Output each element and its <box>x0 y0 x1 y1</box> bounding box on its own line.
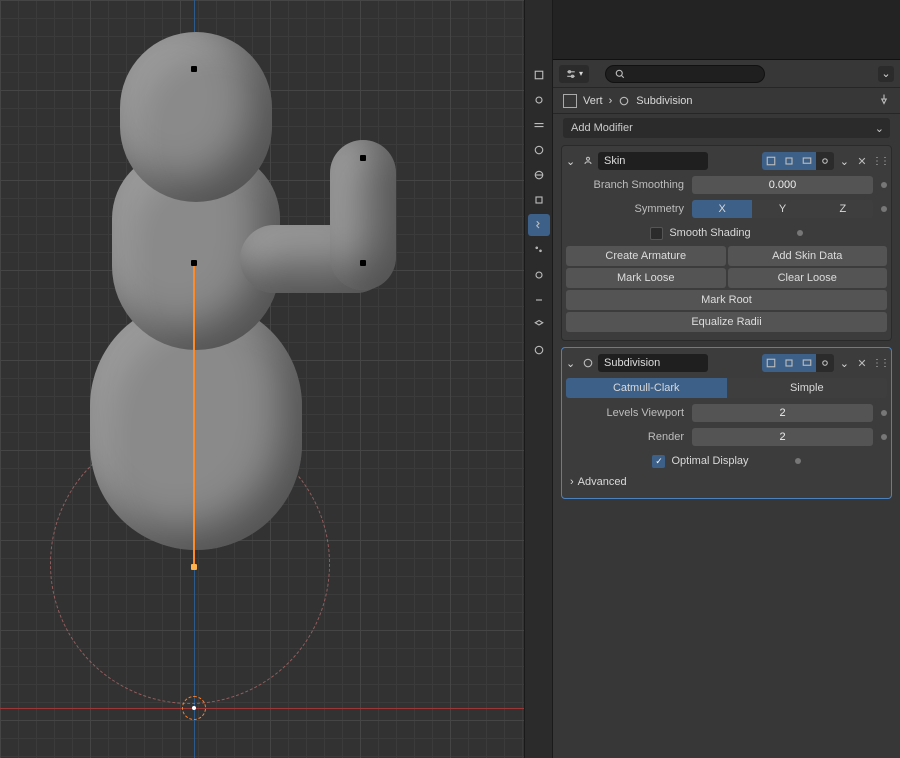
mark-root-button[interactable]: Mark Root <box>566 290 887 310</box>
modifier-panel-skin: ⌄ Skin ⌄ ✕ Branch Smoothing 0.000 <box>561 145 892 341</box>
edit-mode-toggle[interactable] <box>780 354 798 372</box>
delete-modifier-button[interactable]: ✕ <box>855 152 869 170</box>
subsurf-modifier-icon <box>582 357 594 369</box>
collapse-toggle[interactable]: ⌄ <box>566 357 578 370</box>
mesh-silhouette <box>330 140 396 290</box>
anim-dot[interactable] <box>881 434 887 440</box>
axis-x <box>0 708 524 709</box>
optimal-display-checkbox[interactable]: ✓ <box>652 455 665 468</box>
modifier-panel-subdivision: ⌄ Subdivision ⌄ ✕ Catmull-Clark Simple <box>561 347 892 499</box>
anim-dot[interactable] <box>881 410 887 416</box>
modifier-name-field[interactable]: Subdivision <box>598 354 708 372</box>
levels-render-field[interactable]: 2 <box>692 428 873 446</box>
chevron-right-icon: › <box>609 95 613 107</box>
realtime-toggle[interactable] <box>798 354 816 372</box>
skin-modifier-icon <box>582 155 594 167</box>
create-armature-button[interactable]: Create Armature <box>566 246 726 266</box>
visibility-toggles <box>762 354 834 372</box>
properties-tab-column <box>524 0 552 758</box>
breadcrumb: Vert › Subdivision <box>553 88 900 114</box>
on-cage-toggle[interactable] <box>762 152 780 170</box>
tab-particles[interactable] <box>528 239 550 261</box>
breadcrumb-object[interactable]: Vert <box>583 95 603 107</box>
vertex-selected[interactable] <box>191 564 197 570</box>
viewport-3d[interactable] <box>0 0 524 758</box>
levels-render-label: Render <box>566 431 692 443</box>
anim-dot[interactable] <box>881 206 887 212</box>
add-modifier-dropdown[interactable]: Add Modifier <box>563 118 890 138</box>
vertex[interactable] <box>191 66 197 72</box>
smooth-shading-label: Smooth Shading <box>669 227 750 239</box>
levels-viewport-field[interactable]: 2 <box>692 404 873 422</box>
delete-modifier-button[interactable]: ✕ <box>855 354 869 372</box>
sliders-icon <box>565 68 577 80</box>
modifier-name-field[interactable]: Skin <box>598 152 708 170</box>
tab-material[interactable] <box>528 339 550 361</box>
tab-modifiers[interactable] <box>528 214 550 236</box>
modifier-icon <box>618 95 630 107</box>
add-modifier-label: Add Modifier <box>571 122 633 134</box>
simple-option[interactable]: Simple <box>727 378 888 398</box>
equalize-radii-button[interactable]: Equalize Radii <box>566 312 887 332</box>
smooth-shading-checkbox[interactable] <box>650 227 663 240</box>
tab-data[interactable] <box>528 314 550 336</box>
selected-edge <box>193 262 195 567</box>
edit-mode-toggle[interactable] <box>780 152 798 170</box>
render-toggle[interactable] <box>816 152 834 170</box>
collapse-toggle[interactable]: ⌄ <box>566 155 578 168</box>
branch-smoothing-label: Branch Smoothing <box>566 179 692 191</box>
symmetry-z-toggle[interactable]: Z <box>813 200 873 218</box>
tab-physics[interactable] <box>528 264 550 286</box>
optimal-display-label: Optimal Display <box>671 455 748 467</box>
tab-object[interactable] <box>528 189 550 211</box>
symmetry-label: Symmetry <box>566 203 692 215</box>
add-skin-data-button[interactable]: Add Skin Data <box>728 246 888 266</box>
cursor-3d-icon <box>182 696 206 720</box>
anim-dot[interactable] <box>797 230 803 236</box>
mark-loose-button[interactable]: Mark Loose <box>566 268 726 288</box>
pin-icon[interactable] <box>878 93 890 108</box>
mesh-silhouette <box>120 32 272 202</box>
options-dropdown[interactable]: ▾ <box>559 65 589 83</box>
tab-scene[interactable] <box>528 139 550 161</box>
filter-dropdown[interactable]: ⌄ <box>878 66 894 82</box>
realtime-toggle[interactable] <box>798 152 816 170</box>
tab-constraints[interactable] <box>528 289 550 311</box>
breadcrumb-modifier[interactable]: Subdivision <box>636 95 692 107</box>
mesh-icon <box>563 94 577 108</box>
subdivision-type-toggle: Catmull-Clark Simple <box>566 378 887 398</box>
panel-header-spacer <box>553 0 900 60</box>
advanced-subpanel[interactable]: › Advanced <box>566 472 887 492</box>
branch-smoothing-field[interactable]: 0.000 <box>692 176 873 194</box>
modifier-extras-dropdown[interactable]: ⌄ <box>840 155 849 168</box>
anim-dot[interactable] <box>881 182 887 188</box>
search-input[interactable] <box>605 65 765 83</box>
symmetry-x-toggle[interactable]: X <box>692 200 752 218</box>
levels-viewport-label: Levels Viewport <box>566 407 692 419</box>
tab-output[interactable] <box>528 89 550 111</box>
drag-handle[interactable] <box>873 354 887 372</box>
clear-loose-button[interactable]: Clear Loose <box>728 268 888 288</box>
visibility-toggles <box>762 152 834 170</box>
modifier-extras-dropdown[interactable]: ⌄ <box>840 357 849 370</box>
tab-world[interactable] <box>528 164 550 186</box>
chevron-right-icon: › <box>570 476 574 488</box>
tab-render[interactable] <box>528 64 550 86</box>
vertex[interactable] <box>360 155 366 161</box>
tab-viewlayer[interactable] <box>528 114 550 136</box>
vertex[interactable] <box>191 260 197 266</box>
catmull-clark-option[interactable]: Catmull-Clark <box>566 378 727 398</box>
drag-handle[interactable] <box>873 152 887 170</box>
search-icon <box>614 68 626 80</box>
anim-dot[interactable] <box>795 458 801 464</box>
symmetry-y-toggle[interactable]: Y <box>752 200 812 218</box>
properties-topbar: ▾ ⌄ <box>553 60 900 88</box>
properties-panel: ▾ ⌄ Vert › Subdivision Add Modifier ⌄ <box>552 0 900 758</box>
render-toggle[interactable] <box>816 354 834 372</box>
on-cage-toggle[interactable] <box>762 354 780 372</box>
vertex[interactable] <box>360 260 366 266</box>
